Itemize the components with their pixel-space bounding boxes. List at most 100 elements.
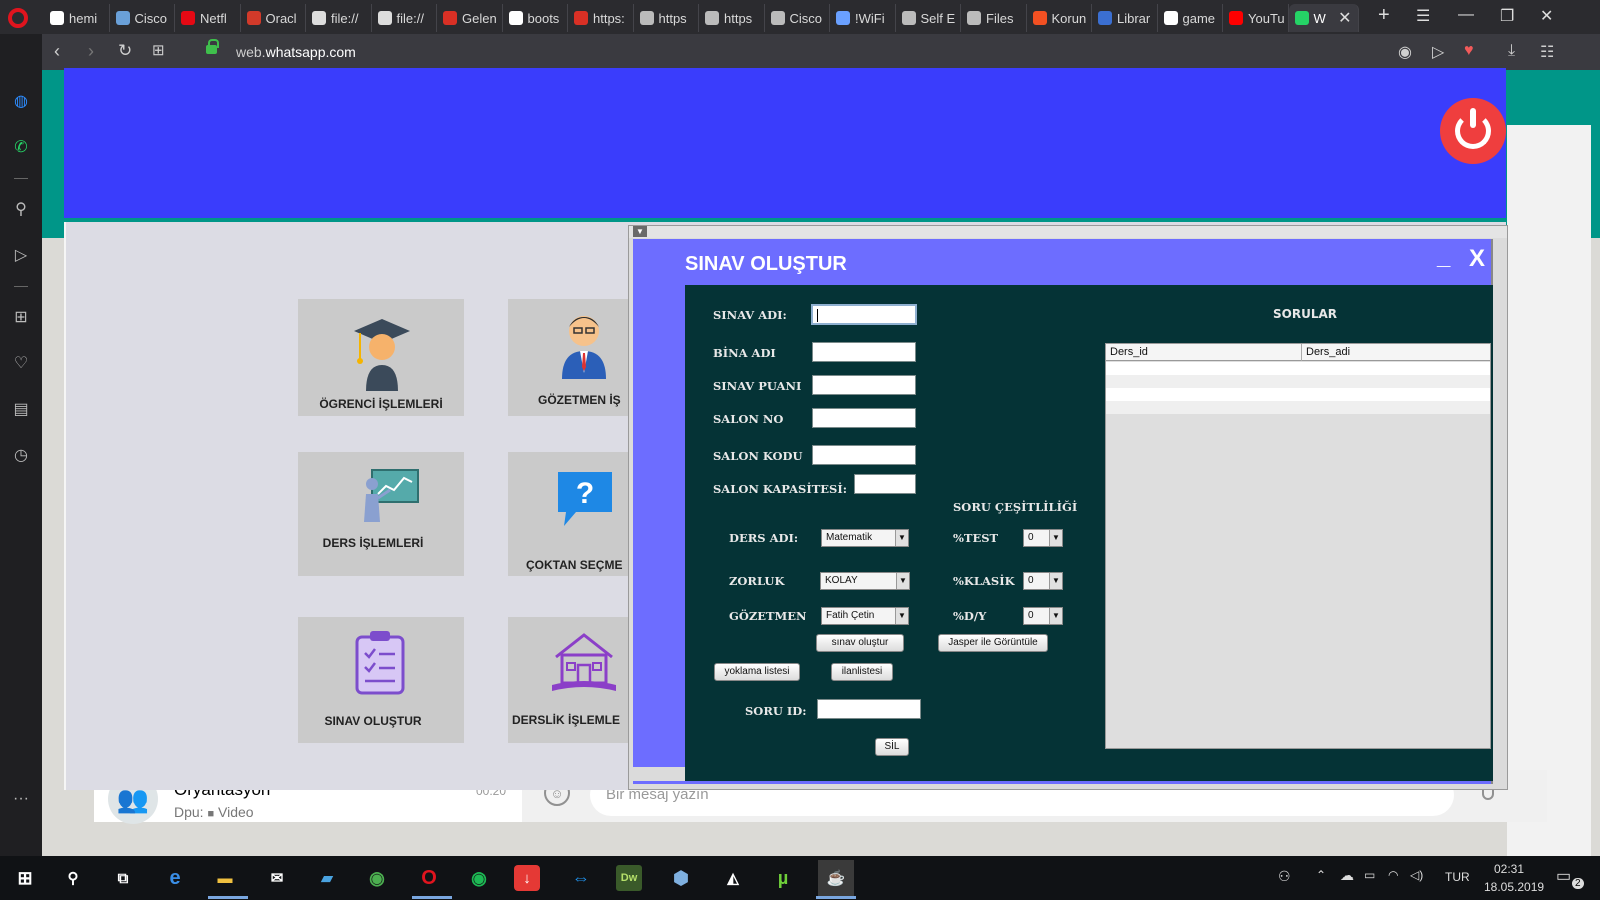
browser-tab[interactable]: Files <box>961 4 1027 32</box>
jasper-view-button[interactable]: Jasper ile Görüntüle <box>938 634 1048 652</box>
question-id-input[interactable] <box>817 699 921 719</box>
chrome-icon[interactable]: ◉ <box>362 863 392 893</box>
classic-percent-select[interactable]: 0 ▼ <box>1023 572 1063 590</box>
teamviewer-icon[interactable]: ⇔ <box>566 863 596 893</box>
browser-tab[interactable]: !WiFi <box>830 4 896 32</box>
speed-dial-icon[interactable]: ⊞ <box>10 306 32 328</box>
download-icon[interactable]: ⤓ <box>1508 42 1515 60</box>
unity-icon[interactable]: ◭ <box>718 863 748 893</box>
browser-tab[interactable]: https <box>634 4 699 32</box>
window-restore-button[interactable]: ❐ <box>1500 6 1514 26</box>
history-clock-icon[interactable]: ◷ <box>10 444 32 466</box>
speed-dial-grid-icon[interactable]: ⊞ <box>152 41 165 59</box>
url-field[interactable]: web.whatsapp.com <box>236 44 356 60</box>
browser-tab[interactable]: boots <box>503 4 568 32</box>
clock-date[interactable]: 18.05.2019 <box>1484 880 1544 894</box>
window-minimize-button[interactable]: — <box>1458 6 1474 24</box>
messenger-icon[interactable]: ◍ <box>10 90 32 112</box>
questions-table[interactable]: Ders_id Ders_adi <box>1105 343 1491 749</box>
opera-logo-icon[interactable] <box>8 8 28 28</box>
browser-tab[interactable]: hemi <box>44 4 110 32</box>
browser-tab[interactable]: Cisco <box>765 4 830 32</box>
difficulty-select[interactable]: KOLAY ▼ <box>820 572 910 590</box>
browser-tab[interactable]: Korun <box>1027 4 1092 32</box>
browser-tab[interactable]: file:// <box>306 4 372 32</box>
browser-tab[interactable]: YouTu <box>1223 4 1289 32</box>
column-header-ders-id[interactable]: Ders_id <box>1106 344 1302 361</box>
browser-tab[interactable]: https <box>699 4 765 32</box>
course-name-select[interactable]: Matematik ▼ <box>821 529 909 547</box>
action-center-icon[interactable]: ▭ <box>1556 866 1571 886</box>
room-capacity-input[interactable] <box>854 474 916 494</box>
supervisor-select[interactable]: Fatih Çetin ▼ <box>821 607 909 625</box>
camera-icon[interactable]: ◉ <box>1398 42 1412 62</box>
search-icon[interactable]: ⚲ <box>58 863 88 893</box>
java-app-icon[interactable]: ☕ <box>818 860 854 896</box>
dreamweaver-icon[interactable]: Dw <box>616 865 642 891</box>
whatsapp-icon[interactable]: ✆ <box>10 136 32 158</box>
frame-menu-arrow-icon[interactable]: ▼ <box>633 226 647 237</box>
send-icon[interactable]: ▷ <box>10 244 32 266</box>
forward-button[interactable]: › <box>88 41 94 62</box>
column-header-ders-adi[interactable]: Ders_adi <box>1302 344 1492 361</box>
download-manager-icon[interactable]: ↓ <box>514 865 540 891</box>
browser-tab[interactable]: Gelen <box>437 4 503 32</box>
mail-icon[interactable]: ✉ <box>262 863 292 893</box>
announcement-list-button[interactable]: ilanlistesi <box>831 663 893 681</box>
table-row[interactable] <box>1106 388 1490 401</box>
browser-tab[interactable]: https: <box>568 4 634 32</box>
window-close-button[interactable]: ✕ <box>1540 6 1553 26</box>
new-tab-button[interactable]: + <box>1378 4 1390 27</box>
task-view-icon[interactable]: ⧉ <box>108 863 138 893</box>
room-code-input[interactable] <box>812 445 916 465</box>
utorrent-icon[interactable]: µ <box>768 863 798 893</box>
tab-close-icon[interactable]: ✕ <box>1338 8 1351 28</box>
exam-name-input[interactable] <box>811 304 917 325</box>
table-row[interactable] <box>1106 362 1490 375</box>
wifi-icon[interactable]: ◠ <box>1388 868 1398 882</box>
input-language[interactable]: TUR <box>1445 870 1470 884</box>
browser-tab[interactable]: Self E <box>896 4 961 32</box>
windows-start-icon[interactable]: ⊞ <box>10 863 40 893</box>
app-icon[interactable]: ▰ <box>312 863 342 893</box>
people-icon[interactable]: ⚇ <box>1278 868 1291 885</box>
create-exam-button[interactable]: sınav oluştur <box>816 634 904 652</box>
browser-tab[interactable]: Oracl <box>241 4 306 32</box>
file-explorer-icon[interactable]: ▬ <box>210 863 240 893</box>
test-percent-select[interactable]: 0 ▼ <box>1023 529 1063 547</box>
power-button[interactable] <box>1440 98 1506 164</box>
virtualbox-icon[interactable]: ⬢ <box>666 863 696 893</box>
table-row[interactable] <box>1106 375 1490 388</box>
battery-icon[interactable]: ▭ <box>1364 868 1375 882</box>
opera-icon[interactable]: O <box>414 863 444 893</box>
bookmarks-heart-icon[interactable]: ♡ <box>10 352 32 374</box>
attendance-list-button[interactable]: yoklama listesi <box>714 663 800 681</box>
browser-tab[interactable]: W ✕ <box>1288 4 1359 32</box>
delete-button[interactable]: SİL <box>875 738 909 756</box>
exam-score-input[interactable] <box>812 375 916 395</box>
spotify-icon[interactable]: ◉ <box>464 863 494 893</box>
create-exam-card[interactable]: SINAV OLUŞTUR <box>298 617 464 743</box>
close-button[interactable]: X <box>1469 245 1485 273</box>
true-false-percent-select[interactable]: 0 ▼ <box>1023 607 1063 625</box>
browser-tab[interactable]: Librar <box>1092 4 1158 32</box>
edge-icon[interactable]: e <box>160 863 190 893</box>
search-icon[interactable]: ⚲ <box>10 198 32 220</box>
volume-icon[interactable]: ◁) <box>1410 868 1423 882</box>
browser-tab[interactable]: file:// <box>372 4 437 32</box>
reload-button[interactable]: ↻ <box>118 41 132 61</box>
more-options-icon[interactable]: ··· <box>10 788 32 810</box>
show-hidden-icons-chevron-icon[interactable]: ⌃ <box>1316 868 1326 882</box>
building-name-input[interactable] <box>812 342 916 362</box>
browser-tab[interactable]: game <box>1158 4 1223 32</box>
table-row[interactable] <box>1106 401 1490 414</box>
browser-tab[interactable]: Cisco <box>110 4 175 32</box>
student-operations-card[interactable]: ÖGRENCİ İŞLEMLERİ <box>298 299 464 416</box>
onedrive-cloud-icon[interactable]: ☁ <box>1340 867 1354 884</box>
settings-sliders-icon[interactable]: ☷ <box>1540 42 1554 62</box>
send-icon[interactable]: ▷ <box>1432 42 1444 62</box>
clock-time[interactable]: 02:31 <box>1494 862 1524 876</box>
lesson-operations-card[interactable]: DERS İŞLEMLERİ <box>298 452 464 576</box>
browser-tab[interactable]: Netfl <box>175 4 241 32</box>
heart-icon[interactable]: ♥ <box>1464 42 1474 60</box>
